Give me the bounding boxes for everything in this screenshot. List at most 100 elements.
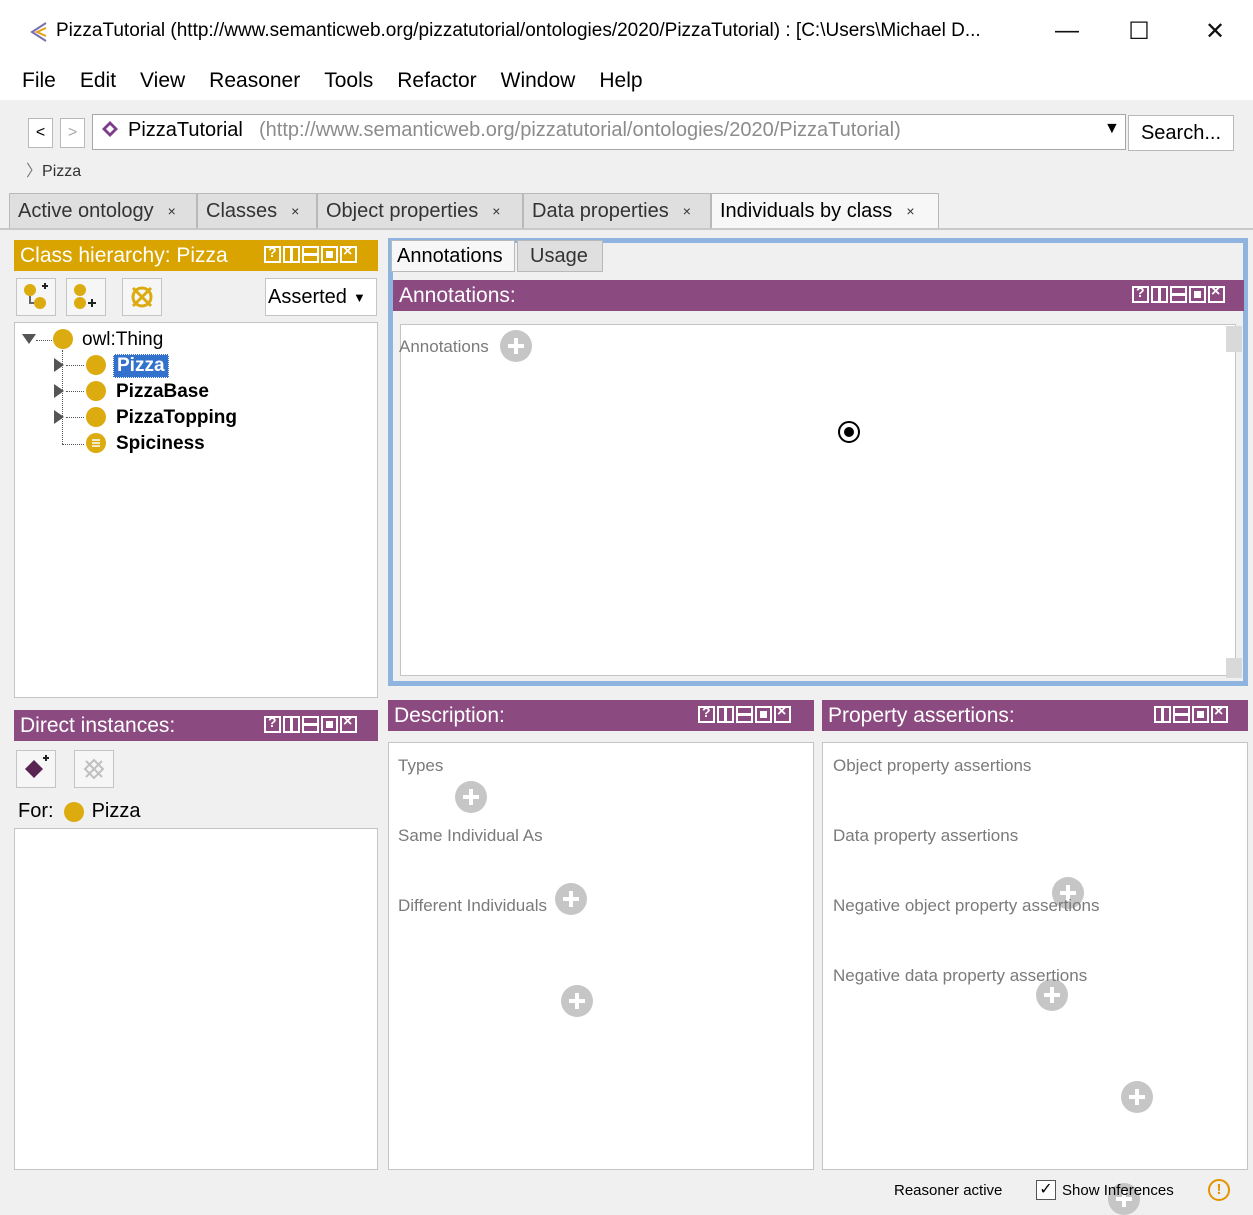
- split-vertical-icon[interactable]: [1154, 706, 1171, 723]
- negative-object-property-assertions-label: Negative object property assertions: [833, 896, 1100, 915]
- add-type-icon[interactable]: [455, 781, 487, 813]
- menu-tools[interactable]: Tools: [312, 62, 385, 100]
- help-icon[interactable]: [1132, 284, 1149, 303]
- close-view-icon[interactable]: [1208, 283, 1225, 303]
- chevron-down-icon: ▼: [352, 289, 366, 305]
- close-icon[interactable]: ×: [683, 203, 691, 219]
- add-subclass-button[interactable]: [16, 278, 56, 316]
- cursor-icon: [838, 421, 860, 443]
- tab-data-properties[interactable]: Data properties ×: [523, 193, 711, 228]
- add-sibling-button[interactable]: [66, 278, 106, 316]
- help-icon[interactable]: [264, 244, 281, 263]
- class-hierarchy-header-buttons: [264, 243, 357, 265]
- close-button[interactable]: ✕: [1184, 8, 1246, 54]
- reasoner-status: Reasoner active: [894, 1182, 1003, 1199]
- instances-list[interactable]: [14, 828, 378, 1170]
- float-icon[interactable]: [755, 706, 772, 723]
- tab-label: Data properties: [532, 199, 669, 222]
- property-assertions-header-buttons: [1154, 703, 1228, 725]
- tab-classes[interactable]: Classes ×: [197, 193, 317, 228]
- add-different-individual-icon[interactable]: [561, 985, 593, 1017]
- minimize-button[interactable]: —: [1036, 8, 1098, 54]
- class-icon: [86, 407, 106, 427]
- help-icon[interactable]: [264, 714, 281, 733]
- class-hierarchy-title: Class hierarchy: Pizza: [20, 244, 228, 267]
- add-individual-icon: [25, 755, 49, 778]
- split-vertical-icon[interactable]: [1151, 286, 1168, 303]
- delete-class-button[interactable]: [122, 278, 162, 316]
- breadcrumb-item: Pizza: [42, 163, 82, 180]
- split-horizontal-icon[interactable]: [1170, 286, 1187, 303]
- close-view-icon[interactable]: [340, 713, 357, 733]
- close-view-icon[interactable]: [1211, 703, 1228, 723]
- annotations-title: Annotations:: [399, 284, 516, 307]
- types-section-label: Types: [398, 756, 444, 775]
- split-horizontal-icon[interactable]: [302, 716, 319, 733]
- defined-class-icon: [86, 433, 106, 453]
- show-inferences-label: Show Inferences: [1062, 1182, 1174, 1199]
- add-same-individual-icon[interactable]: [555, 883, 587, 915]
- expand-icon[interactable]: [54, 410, 64, 424]
- chevron-down-icon[interactable]: ▼: [1104, 120, 1120, 138]
- close-icon[interactable]: ×: [906, 203, 914, 219]
- menu-file[interactable]: File: [10, 62, 68, 100]
- split-vertical-icon[interactable]: [283, 246, 300, 263]
- tab-object-properties[interactable]: Object properties ×: [317, 193, 523, 228]
- ontology-iri: (http://www.semanticweb.org/pizzatutoria…: [259, 119, 901, 141]
- warning-icon[interactable]: !: [1208, 1179, 1230, 1201]
- tab-active-ontology[interactable]: Active ontology ×: [9, 193, 197, 228]
- add-annotation-icon[interactable]: [500, 330, 532, 362]
- breadcrumb[interactable]: 〉Pizza: [26, 157, 81, 181]
- scrollbar-thumb-bottom[interactable]: [1226, 658, 1242, 678]
- direct-instances-title: Direct instances:: [20, 714, 176, 737]
- tree-item-pizzatopping[interactable]: PizzaTopping: [116, 407, 237, 429]
- search-button[interactable]: Search...: [1128, 115, 1234, 151]
- float-icon[interactable]: [1192, 706, 1209, 723]
- tree-item-pizzabase[interactable]: PizzaBase: [116, 381, 209, 403]
- hierarchy-mode-select[interactable]: Asserted ▼: [265, 278, 377, 316]
- tab-individuals-by-class[interactable]: Individuals by class ×: [711, 193, 939, 228]
- menu-refactor[interactable]: Refactor: [385, 62, 488, 100]
- split-horizontal-icon[interactable]: [302, 246, 319, 263]
- hierarchy-mode-value: Asserted: [268, 285, 347, 308]
- close-icon[interactable]: ×: [492, 203, 500, 219]
- close-icon[interactable]: ×: [291, 203, 299, 219]
- close-view-icon[interactable]: [774, 703, 791, 723]
- menu-edit[interactable]: Edit: [68, 62, 128, 100]
- tree-connector: [66, 417, 84, 418]
- expand-icon[interactable]: [54, 358, 64, 372]
- expand-icon[interactable]: [54, 384, 64, 398]
- add-individual-button[interactable]: [16, 750, 56, 788]
- scrollbar-thumb-top[interactable]: [1226, 326, 1242, 352]
- menu-window[interactable]: Window: [489, 62, 588, 100]
- ontology-name: PizzaTutorial: [128, 119, 243, 141]
- show-inferences-checkbox[interactable]: ✓: [1036, 1180, 1056, 1200]
- tree-item-pizza[interactable]: Pizza: [113, 354, 169, 378]
- split-horizontal-icon[interactable]: [736, 706, 753, 723]
- collapse-icon[interactable]: [22, 334, 36, 344]
- back-button[interactable]: <: [28, 118, 53, 148]
- menu-view[interactable]: View: [128, 62, 197, 100]
- forward-button[interactable]: >: [60, 118, 85, 148]
- class-icon: [86, 381, 106, 401]
- maximize-button[interactable]: ☐: [1108, 8, 1170, 54]
- delete-individual-button[interactable]: [74, 750, 114, 788]
- float-icon[interactable]: [321, 246, 338, 263]
- tab-annotations[interactable]: Annotations: [391, 240, 515, 272]
- close-view-icon[interactable]: [340, 243, 357, 263]
- add-negative-object-property-assertion-icon[interactable]: [1121, 1081, 1153, 1113]
- float-icon[interactable]: [321, 716, 338, 733]
- split-vertical-icon[interactable]: [717, 706, 734, 723]
- split-horizontal-icon[interactable]: [1173, 706, 1190, 723]
- tab-divider: [0, 228, 1253, 230]
- close-icon[interactable]: ×: [168, 203, 176, 219]
- tree-item-owl-thing[interactable]: owl:Thing: [82, 329, 163, 351]
- menu-reasoner[interactable]: Reasoner: [197, 62, 312, 100]
- float-icon[interactable]: [1189, 286, 1206, 303]
- help-icon[interactable]: [698, 704, 715, 723]
- direct-instances-header-buttons: [264, 713, 357, 735]
- menu-help[interactable]: Help: [587, 62, 654, 100]
- split-vertical-icon[interactable]: [283, 716, 300, 733]
- tree-item-spiciness[interactable]: Spiciness: [116, 433, 205, 455]
- tab-usage[interactable]: Usage: [517, 240, 603, 272]
